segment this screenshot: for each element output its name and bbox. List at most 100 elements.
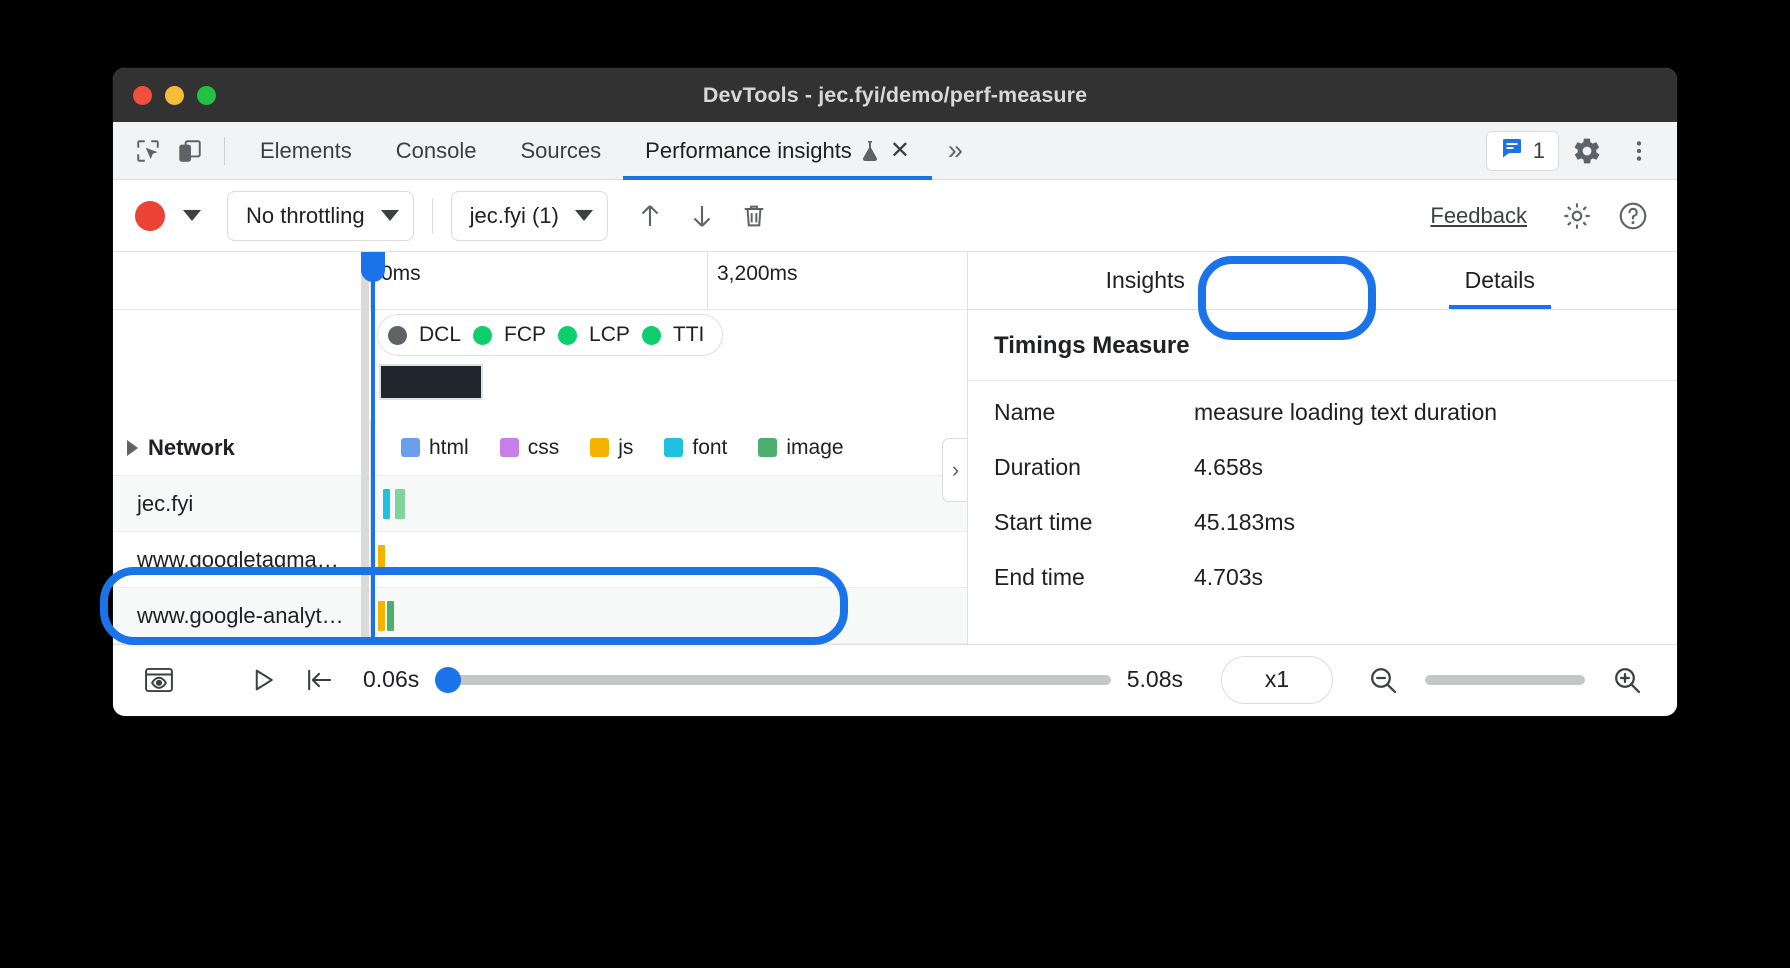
maximize-window-button[interactable] (197, 86, 216, 105)
window-end-time: 5.08s (1127, 666, 1183, 693)
performance-settings-icon[interactable] (1549, 190, 1605, 242)
network-group-row[interactable]: Network html css (113, 420, 967, 476)
playhead-handle[interactable] (361, 252, 385, 282)
help-icon[interactable] (1605, 190, 1661, 242)
tab-insights-label: Insights (1106, 267, 1185, 294)
tab-details[interactable]: Details (1323, 252, 1678, 309)
chevron-right-icon[interactable] (127, 440, 138, 456)
timeline-pane[interactable]: 0ms 3,200ms DCL FCP LCP TTI (113, 252, 968, 644)
range-slider-knob-left[interactable] (435, 667, 461, 693)
more-tabs-icon[interactable]: » (932, 135, 976, 166)
network-bar (383, 489, 390, 519)
filmstrip-eye-icon[interactable] (131, 655, 187, 705)
performance-toolbar: No throttling jec.fyi (1) (113, 180, 1677, 252)
details-tabstrip: Insights Details (968, 252, 1677, 310)
feedback-link[interactable]: Feedback (1430, 203, 1527, 229)
device-toolbar-icon[interactable] (169, 130, 211, 172)
tabstrip-divider (224, 137, 225, 165)
expand-sidebar-chevron-right-icon[interactable]: › (942, 438, 968, 502)
timeline-playhead[interactable] (371, 252, 375, 644)
record-options-chevron-down-icon[interactable] (183, 210, 201, 221)
zoom-level-slider[interactable] (1425, 675, 1585, 685)
network-row-track (371, 476, 967, 531)
network-bar (387, 601, 394, 631)
network-legend-track: html css js (371, 420, 967, 475)
tab-insights[interactable]: Insights (968, 252, 1323, 309)
detail-label: Duration (994, 454, 1194, 481)
zoom-in-icon[interactable] (1599, 655, 1655, 705)
details-pane: Insights Details Timings Measure Name me… (968, 252, 1677, 644)
detail-row-name: Name measure loading text duration (994, 399, 1677, 454)
record-button[interactable] (135, 201, 165, 231)
throttling-value: No throttling (246, 203, 365, 229)
milestone-label-lcp: LCP (589, 323, 630, 347)
playhead-track (361, 252, 369, 644)
clear-recording-icon[interactable] (728, 190, 780, 242)
throttling-select[interactable]: No throttling (227, 191, 414, 241)
zoom-out-icon[interactable] (1355, 655, 1411, 705)
filmstrip-thumbnail[interactable] (379, 364, 483, 400)
tabstrip-right-group: 1 (1486, 129, 1677, 173)
legend-label-image: image (786, 436, 843, 460)
kebab-menu-icon[interactable] (1615, 129, 1663, 173)
tab-sources-label: Sources (520, 138, 601, 164)
detail-value: measure loading text duration (1194, 399, 1497, 426)
close-tab-icon[interactable]: ✕ (890, 139, 910, 163)
throttling-chevron-down-icon (381, 210, 399, 221)
timeline-range-slider[interactable] (435, 675, 1110, 685)
tti-dot-icon (642, 326, 661, 345)
playback-speed-button[interactable]: x1 (1221, 656, 1333, 704)
window-titlebar: DevTools - jec.fyi/demo/perf-measure (113, 68, 1677, 122)
detail-row-duration: Duration 4.658s (994, 454, 1677, 509)
network-row-track (371, 532, 967, 587)
network-bar (395, 489, 405, 519)
milestone-markers[interactable]: DCL FCP LCP TTI (377, 314, 723, 356)
page-select-chevron-down-icon (575, 210, 593, 221)
issues-button[interactable]: 1 (1486, 131, 1559, 171)
window-title: DevTools - jec.fyi/demo/perf-measure (113, 83, 1677, 108)
minimize-window-button[interactable] (165, 86, 184, 105)
play-icon[interactable] (235, 655, 291, 705)
jump-to-start-icon[interactable] (291, 655, 347, 705)
milestone-label-fcp: FCP (504, 323, 546, 347)
tab-elements-label: Elements (260, 138, 352, 164)
tab-console[interactable]: Console (374, 122, 499, 180)
performance-body: 0ms 3,200ms DCL FCP LCP TTI (113, 252, 1677, 644)
download-profile-icon[interactable] (676, 190, 728, 242)
table-row[interactable]: jec.fyi (113, 476, 967, 532)
network-bar (378, 545, 385, 575)
table-row[interactable]: www.google-analyt… (113, 588, 967, 644)
milestone-label-dcl: DCL (419, 323, 461, 347)
tab-console-label: Console (396, 138, 477, 164)
detail-label: Start time (994, 509, 1194, 536)
window-start-time: 0.06s (363, 666, 419, 693)
inspect-element-icon[interactable] (127, 130, 169, 172)
close-window-button[interactable] (133, 86, 152, 105)
screenshot-stage: DevTools - jec.fyi/demo/perf-measure Ele… (0, 0, 1790, 968)
table-row[interactable]: www.googletagma… (113, 532, 967, 588)
timeline-ruler[interactable]: 0ms 3,200ms (113, 252, 967, 310)
tab-elements[interactable]: Elements (238, 122, 374, 180)
devtools-window: DevTools - jec.fyi/demo/perf-measure Ele… (113, 68, 1677, 716)
upload-profile-icon[interactable] (624, 190, 676, 242)
network-row-name: www.googletagma… (113, 532, 371, 587)
page-select[interactable]: jec.fyi (1) (451, 191, 608, 241)
timeline-overlays: DCL FCP LCP TTI (371, 310, 967, 420)
page-select-value: jec.fyi (1) (470, 203, 559, 229)
ruler-tick-1: 3,200ms (717, 262, 798, 286)
detail-label: End time (994, 564, 1194, 591)
toolbar-divider-1 (432, 198, 433, 234)
ruler-tick-0: 0ms (381, 262, 421, 286)
dcl-dot-icon (388, 326, 407, 345)
detail-value: 4.658s (1194, 454, 1263, 481)
devtools-settings-icon[interactable] (1563, 129, 1611, 173)
network-group-label: Network (148, 435, 235, 461)
detail-row-start-time: Start time 45.183ms (994, 509, 1677, 564)
legend-label-js: js (618, 436, 633, 460)
legend-item-js: js (590, 436, 633, 460)
tab-performance-insights[interactable]: Performance insights ✕ (623, 122, 932, 180)
tab-sources[interactable]: Sources (498, 122, 623, 180)
window-traffic-lights (133, 86, 216, 105)
details-rows: Name measure loading text duration Durat… (968, 381, 1677, 619)
legend-item-css: css (500, 436, 560, 460)
